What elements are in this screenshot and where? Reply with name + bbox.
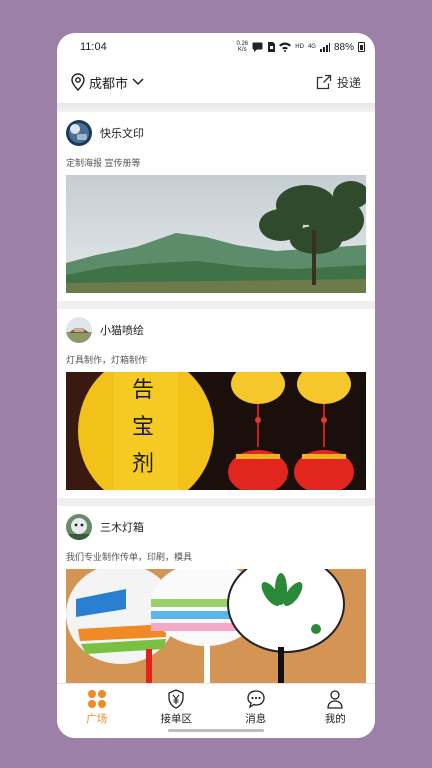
card-header: 小猫喷绘 xyxy=(66,315,366,345)
tab-label: 广场 xyxy=(86,713,108,725)
network-speed: 0.26 K/s xyxy=(236,41,248,53)
post-label: 投递 xyxy=(336,75,361,90)
card-image-fans[interactable] xyxy=(66,569,366,683)
card-image-mountain[interactable] xyxy=(66,175,366,293)
avatar[interactable] xyxy=(66,317,92,343)
hd-badge: HD xyxy=(295,44,304,50)
card-author-name[interactable]: 三木灯箱 xyxy=(100,519,144,535)
feed[interactable]: 快乐文印 定制海报 宣传册等 小猫喷绘 灯具制作，灯箱制作 告 宝 剂 三木灯箱… xyxy=(57,103,375,683)
battery-percent: 88% xyxy=(333,41,354,53)
avatar[interactable] xyxy=(66,514,92,540)
network-speed-unit: K/s xyxy=(237,47,247,53)
feed-card[interactable]: 小猫喷绘 灯具制作，灯箱制作 告 宝 剂 xyxy=(57,309,375,498)
card-image-lanterns[interactable]: 告 宝 剂 xyxy=(66,372,366,490)
tab-label: 消息 xyxy=(245,713,267,725)
home-indicator[interactable] xyxy=(168,729,264,732)
battery-icon xyxy=(358,42,365,52)
tab-label: 我的 xyxy=(324,713,346,725)
signal-icon xyxy=(319,42,330,52)
card-author-name[interactable]: 小猫喷绘 xyxy=(100,322,144,338)
chat-bubble-icon xyxy=(247,690,265,709)
svg-text:宝: 宝 xyxy=(132,415,154,440)
tab-plaza[interactable]: 广场 xyxy=(57,684,137,738)
post-button[interactable]: 投递 xyxy=(316,74,361,91)
yen-shield-icon xyxy=(168,689,184,709)
card-description: 我们专业制作传单，印刷，模具 xyxy=(66,552,193,562)
message-icon xyxy=(252,42,263,52)
wifi-icon xyxy=(279,42,292,52)
location-pin-icon xyxy=(71,73,85,91)
top-header: 成都市 投递 xyxy=(57,61,375,103)
status-time: 11:04 xyxy=(80,41,107,53)
city-name: 成都市 xyxy=(89,75,129,91)
status-icons: 0.26 K/s HD 4G 88% xyxy=(236,41,365,53)
card-header: 三木灯箱 xyxy=(66,512,366,542)
svg-text:剂: 剂 xyxy=(132,452,154,477)
feed-card[interactable]: 快乐文印 定制海报 宣传册等 xyxy=(57,112,375,301)
external-link-icon xyxy=(316,74,332,90)
feed-card[interactable]: 三木灯箱 我们专业制作传单，印刷，模具 xyxy=(57,506,375,683)
header-divider xyxy=(57,103,375,112)
tab-label: 接单区 xyxy=(160,713,193,725)
avatar[interactable] xyxy=(66,120,92,146)
grid-icon xyxy=(87,690,106,708)
card-header: 快乐文印 xyxy=(66,118,366,148)
signal-badge: 4G xyxy=(307,44,316,50)
card-description: 灯具制作，灯箱制作 xyxy=(66,355,148,365)
chevron-down-icon xyxy=(132,78,144,86)
svg-text:告: 告 xyxy=(132,378,154,403)
city-selector[interactable]: 成都市 xyxy=(71,73,144,92)
person-icon xyxy=(327,690,343,709)
card-description: 定制海报 宣传册等 xyxy=(66,158,141,168)
tab-mine[interactable]: 我的 xyxy=(296,684,376,738)
sim-icon xyxy=(268,42,276,52)
card-author-name[interactable]: 快乐文印 xyxy=(100,125,144,141)
phone-screen: 11:04 0.26 K/s HD 4G 88% 成都市 投递 快乐文印 定制海… xyxy=(57,33,375,738)
status-bar: 11:04 0.26 K/s HD 4G 88% xyxy=(57,33,375,61)
